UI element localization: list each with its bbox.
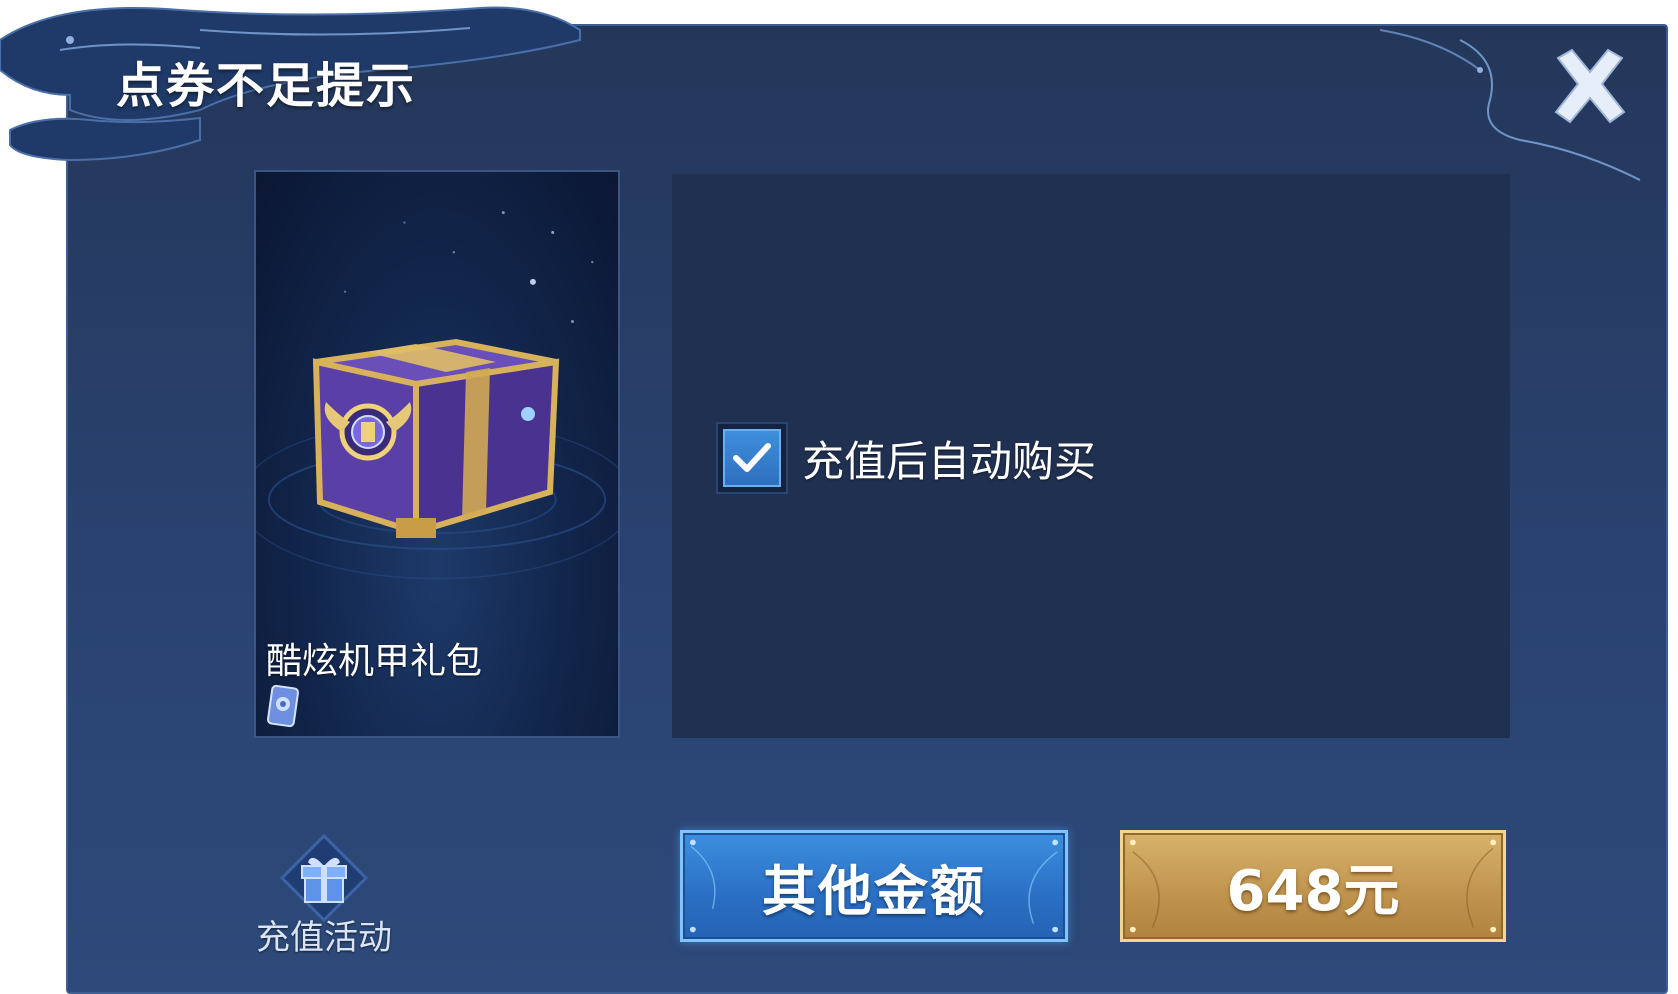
recharge-activity-button[interactable]: 充值活动 (252, 832, 396, 958)
auto-buy-checkbox[interactable] (716, 422, 788, 494)
game-screen: 点券不足提示 酷炫机甲礼包 充值后自动购买 充值活动 其他金额 648元 (0, 0, 1678, 994)
treasure-chest-icon (312, 338, 560, 538)
recharge-activity-label: 充值活动 (256, 918, 392, 958)
other-amount-label: 其他金额 (762, 859, 986, 923)
checkbox-fill (723, 429, 781, 487)
item-card: 酷炫机甲礼包 (254, 170, 620, 738)
price-label: 648元 (1226, 858, 1400, 924)
close-icon[interactable] (1548, 44, 1632, 128)
auto-buy-option[interactable]: 充值后自动购买 (716, 420, 1096, 496)
dialog-title: 点券不足提示 (116, 58, 417, 114)
info-panel: 充值后自动购买 (672, 174, 1510, 738)
item-name: 酷炫机甲礼包 (266, 641, 483, 682)
auto-buy-label: 充值后自动购买 (802, 436, 1097, 486)
checkmark-icon (733, 443, 771, 472)
other-amount-button[interactable]: 其他金额 (680, 830, 1068, 942)
coupon-card-icon (266, 684, 300, 728)
buy-648-button[interactable]: 648元 (1120, 830, 1506, 942)
